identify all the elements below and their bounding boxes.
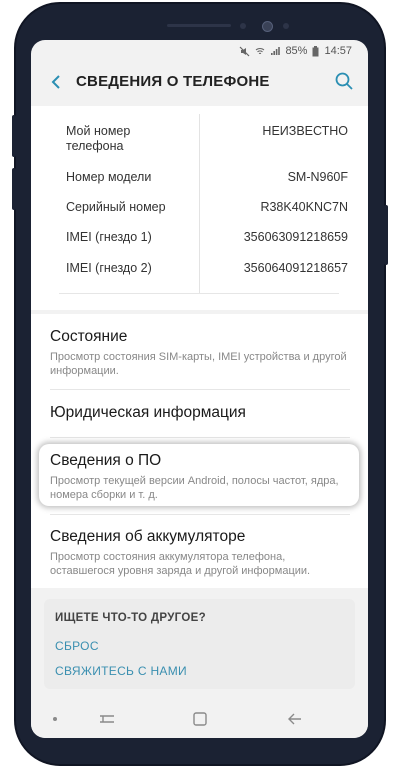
- status-time: 14:57: [324, 45, 352, 57]
- page-title: СВЕДЕНИЯ О ТЕЛЕФОНЕ: [76, 73, 270, 90]
- info-label: Номер модели: [66, 170, 152, 184]
- dot-icon[interactable]: [43, 708, 67, 730]
- side-button-right: [384, 205, 388, 265]
- signal-icon: [271, 47, 281, 55]
- phone-info-card: Мой номер телефона НЕИЗВЕСТНО Номер моде…: [31, 106, 368, 310]
- info-value: R38K40KNC7N: [260, 200, 348, 214]
- menu-item-legal-info[interactable]: Юридическая информация: [50, 403, 350, 423]
- info-label: Мой номер телефона: [66, 124, 131, 153]
- front-camera: [262, 21, 273, 32]
- info-label: Серийный номер: [66, 200, 166, 214]
- screen: 85% 14:57 СВЕДЕНИЯ О ТЕЛЕФОНЕ Мой номер …: [31, 40, 368, 738]
- recents-icon[interactable]: [95, 708, 119, 730]
- back-arrow-icon[interactable]: [45, 70, 69, 94]
- sensor: [283, 23, 289, 29]
- menu-item-description: Просмотр текущей версии Android, полосы …: [50, 475, 339, 501]
- wifi-icon: [256, 48, 265, 55]
- battery-icon: [312, 45, 319, 56]
- menu-item-software-info[interactable]: Сведения о ПО Просмотр текущей версии An…: [50, 451, 350, 502]
- menu-item-description: Просмотр состояния аккумулятора телефона…: [50, 551, 311, 577]
- menu-item-battery-info[interactable]: Сведения об аккумуляторе Просмотр состоя…: [50, 527, 350, 578]
- battery-percent: 85%: [285, 45, 308, 57]
- section-title: ИЩЕТЕ ЧТО-ТО ДРУГОЕ?: [55, 612, 206, 624]
- info-value: 356064091218657: [243, 261, 348, 275]
- info-value: SM-N960F: [287, 170, 348, 184]
- info-value: 356063091218659: [243, 230, 348, 244]
- reset-link[interactable]: СБРОС: [55, 639, 99, 653]
- status-bar: 85% 14:57: [31, 40, 368, 62]
- navigation-bar: [31, 700, 368, 738]
- back-icon[interactable]: [283, 708, 307, 730]
- menu-item-status[interactable]: Состояние Просмотр состояния SIM-карты, …: [50, 327, 350, 378]
- sensor: [240, 23, 246, 29]
- looking-for-something-else-card: ИЩЕТЕ ЧТО-ТО ДРУГОЕ? СБРОС СВЯЖИТЕСЬ С Н…: [44, 599, 355, 689]
- search-icon[interactable]: [332, 69, 356, 93]
- menu-item-title: Юридическая информация: [50, 404, 246, 421]
- menu-item-title: Сведения об аккумуляторе: [50, 528, 246, 545]
- divider: [50, 437, 350, 438]
- divider: [59, 293, 339, 294]
- divider: [50, 389, 350, 390]
- mute-icon: [240, 46, 250, 56]
- contact-us-link[interactable]: СВЯЖИТЕСЬ С НАМИ: [55, 664, 187, 678]
- side-button-left-1: [12, 115, 16, 157]
- earpiece-speaker: [167, 24, 231, 27]
- info-label: IMEI (гнездо 2): [66, 261, 152, 275]
- info-label: IMEI (гнездо 1): [66, 230, 152, 244]
- menu-item-title: Сведения о ПО: [50, 452, 162, 469]
- home-icon[interactable]: [188, 708, 212, 730]
- menu-item-description: Просмотр состояния SIM-карты, IMEI устро…: [50, 351, 347, 377]
- column-divider: [199, 114, 200, 294]
- info-value: НЕИЗВЕСТНО: [262, 124, 348, 138]
- side-button-left-2: [12, 168, 16, 210]
- app-bar: СВЕДЕНИЯ О ТЕЛЕФОНЕ: [31, 66, 368, 100]
- divider: [50, 514, 350, 515]
- menu-item-title: Состояние: [50, 328, 128, 345]
